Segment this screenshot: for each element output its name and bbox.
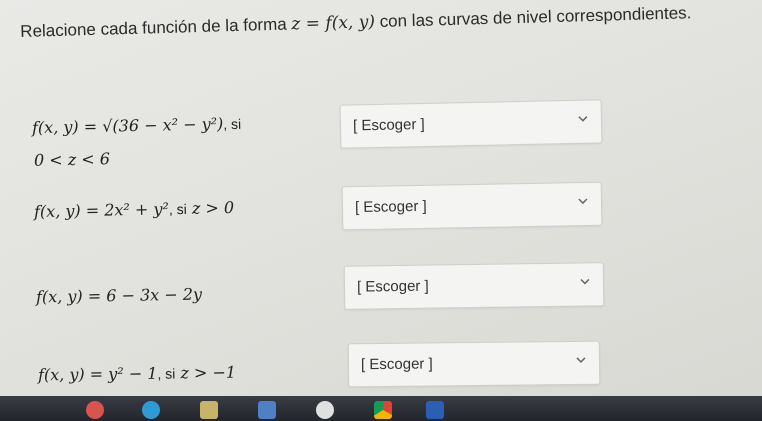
row-2-function: f(x, y) = 2x² + y² <box>33 199 170 222</box>
row-1-condition-math: 0 < z < 6 <box>33 149 111 170</box>
row-4-function: f(x, y) = y² − 1 <box>37 363 158 385</box>
select-3-value: [ Escoger ] <box>356 277 429 296</box>
row-3-function: f(x, y) = 6 − 3x − 2y <box>35 284 203 307</box>
app-icon[interactable] <box>86 401 104 419</box>
question-text: Relacione cada función de la forma z = f… <box>20 2 750 42</box>
question-math: z = f(x, y) <box>291 12 376 35</box>
app-icon[interactable] <box>200 401 218 419</box>
row-3-formula: f(x, y) = 6 − 3x − 2y <box>36 285 202 307</box>
chevron-down-icon <box>576 357 586 363</box>
row-2-condition-math: z > 0 <box>191 197 235 218</box>
word-icon[interactable] <box>426 401 444 419</box>
match-select-3[interactable]: [ Escoger ] <box>343 262 605 310</box>
row-4-condition-word: , si <box>157 365 176 382</box>
row-2-condition-word: , si <box>168 200 187 218</box>
chevron-down-icon <box>580 278 590 285</box>
select-4-value: [ Escoger ] <box>360 355 433 374</box>
row-1-function: f(x, y) = √(36 − x² − y²) <box>31 114 224 138</box>
app-icon[interactable] <box>142 401 160 419</box>
row-1-condition-word: , si <box>223 115 242 133</box>
row-4-formula: f(x, y) = y² − 1, si z > −1 <box>38 363 236 385</box>
question-prefix: Relacione cada función de la forma <box>20 14 292 41</box>
question-suffix: con las curvas de nivel correspondientes… <box>374 3 692 32</box>
chevron-down-icon <box>578 198 588 205</box>
app-icon[interactable] <box>316 401 334 419</box>
match-select-1[interactable]: [ Escoger ] <box>339 99 603 149</box>
row-4-condition-math: z > −1 <box>180 362 237 383</box>
row-2-formula: f(x, y) = 2x² + y², si z > 0 <box>34 198 234 221</box>
chrome-icon[interactable] <box>374 401 392 419</box>
select-1-value: [ Escoger ] <box>352 115 425 135</box>
chevron-down-icon <box>578 116 588 122</box>
select-2-value: [ Escoger ] <box>354 197 427 217</box>
match-select-4[interactable]: [ Escoger ] <box>347 340 601 388</box>
row-1-formula: f(x, y) = √(36 − x² − y²), si <box>32 114 242 137</box>
calculator-icon[interactable] <box>258 401 276 419</box>
taskbar <box>0 396 762 421</box>
match-select-2[interactable]: [ Escoger ] <box>341 181 603 231</box>
row-1-condition: 0 < z < 6 <box>34 149 110 170</box>
